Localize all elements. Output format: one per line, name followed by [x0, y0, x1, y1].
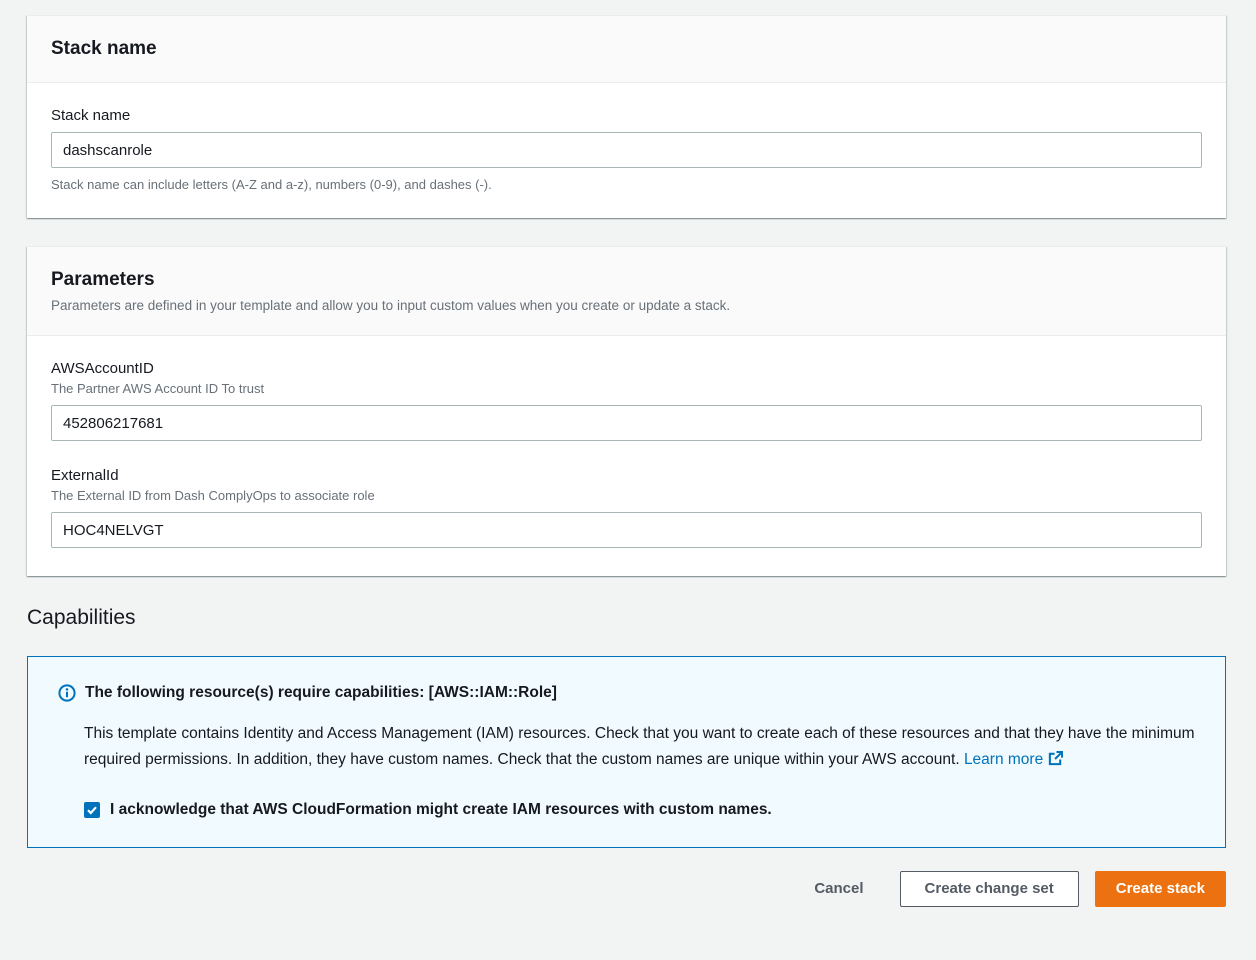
- parameters-section-title: Parameters: [51, 269, 1202, 291]
- check-icon: [86, 804, 98, 816]
- parameters-section: Parameters Parameters are defined in you…: [27, 246, 1226, 576]
- parameters-section-description: Parameters are defined in your template …: [51, 298, 1202, 313]
- capabilities-info-alert: The following resource(s) require capabi…: [27, 656, 1226, 848]
- alert-body: This template contains Identity and Acce…: [84, 721, 1195, 775]
- param-field-aws-account-id: AWSAccountID The Partner AWS Account ID …: [51, 360, 1202, 441]
- stack-name-section-title: Stack name: [51, 38, 1202, 60]
- info-icon: [58, 684, 76, 706]
- capabilities-title: Capabilities: [27, 606, 1226, 630]
- external-id-label: ExternalId: [51, 467, 1202, 484]
- parameters-section-header: Parameters Parameters are defined in you…: [27, 247, 1226, 336]
- aws-account-id-label: AWSAccountID: [51, 360, 1202, 377]
- iam-acknowledge-row[interactable]: I acknowledge that AWS CloudFormation mi…: [84, 801, 1195, 819]
- alert-title: The following resource(s) require capabi…: [85, 684, 557, 702]
- aws-account-id-help: The Partner AWS Account ID To trust: [51, 381, 1202, 396]
- stack-name-section: Stack name Stack name Stack name can inc…: [27, 15, 1226, 218]
- external-id-input[interactable]: [51, 512, 1202, 548]
- stack-name-section-header: Stack name: [27, 16, 1226, 83]
- external-id-help: The External ID from Dash ComplyOps to a…: [51, 488, 1202, 503]
- iam-acknowledge-label: I acknowledge that AWS CloudFormation mi…: [110, 801, 772, 819]
- stack-name-label: Stack name: [51, 107, 1202, 124]
- aws-account-id-input[interactable]: [51, 405, 1202, 441]
- create-stack-button[interactable]: Create stack: [1095, 871, 1226, 907]
- parameters-section-body: AWSAccountID The Partner AWS Account ID …: [27, 336, 1226, 576]
- create-change-set-button[interactable]: Create change set: [900, 871, 1079, 907]
- external-link-icon: [1048, 753, 1063, 770]
- stack-name-input[interactable]: [51, 132, 1202, 168]
- param-field-external-id: ExternalId The External ID from Dash Com…: [51, 467, 1202, 548]
- stack-name-section-body: Stack name Stack name can include letter…: [27, 83, 1226, 218]
- learn-more-link-label: Learn more: [964, 751, 1043, 768]
- learn-more-link[interactable]: Learn more: [964, 751, 1063, 768]
- alert-title-row: The following resource(s) require capabi…: [58, 684, 1195, 706]
- form-actions: Cancel Create change set Create stack: [27, 871, 1226, 907]
- iam-acknowledge-checkbox[interactable]: [84, 802, 100, 818]
- cancel-button[interactable]: Cancel: [800, 871, 877, 907]
- stack-name-constraint-text: Stack name can include letters (A-Z and …: [51, 177, 1202, 192]
- create-stack-page: Stack name Stack name Stack name can inc…: [0, 0, 1256, 919]
